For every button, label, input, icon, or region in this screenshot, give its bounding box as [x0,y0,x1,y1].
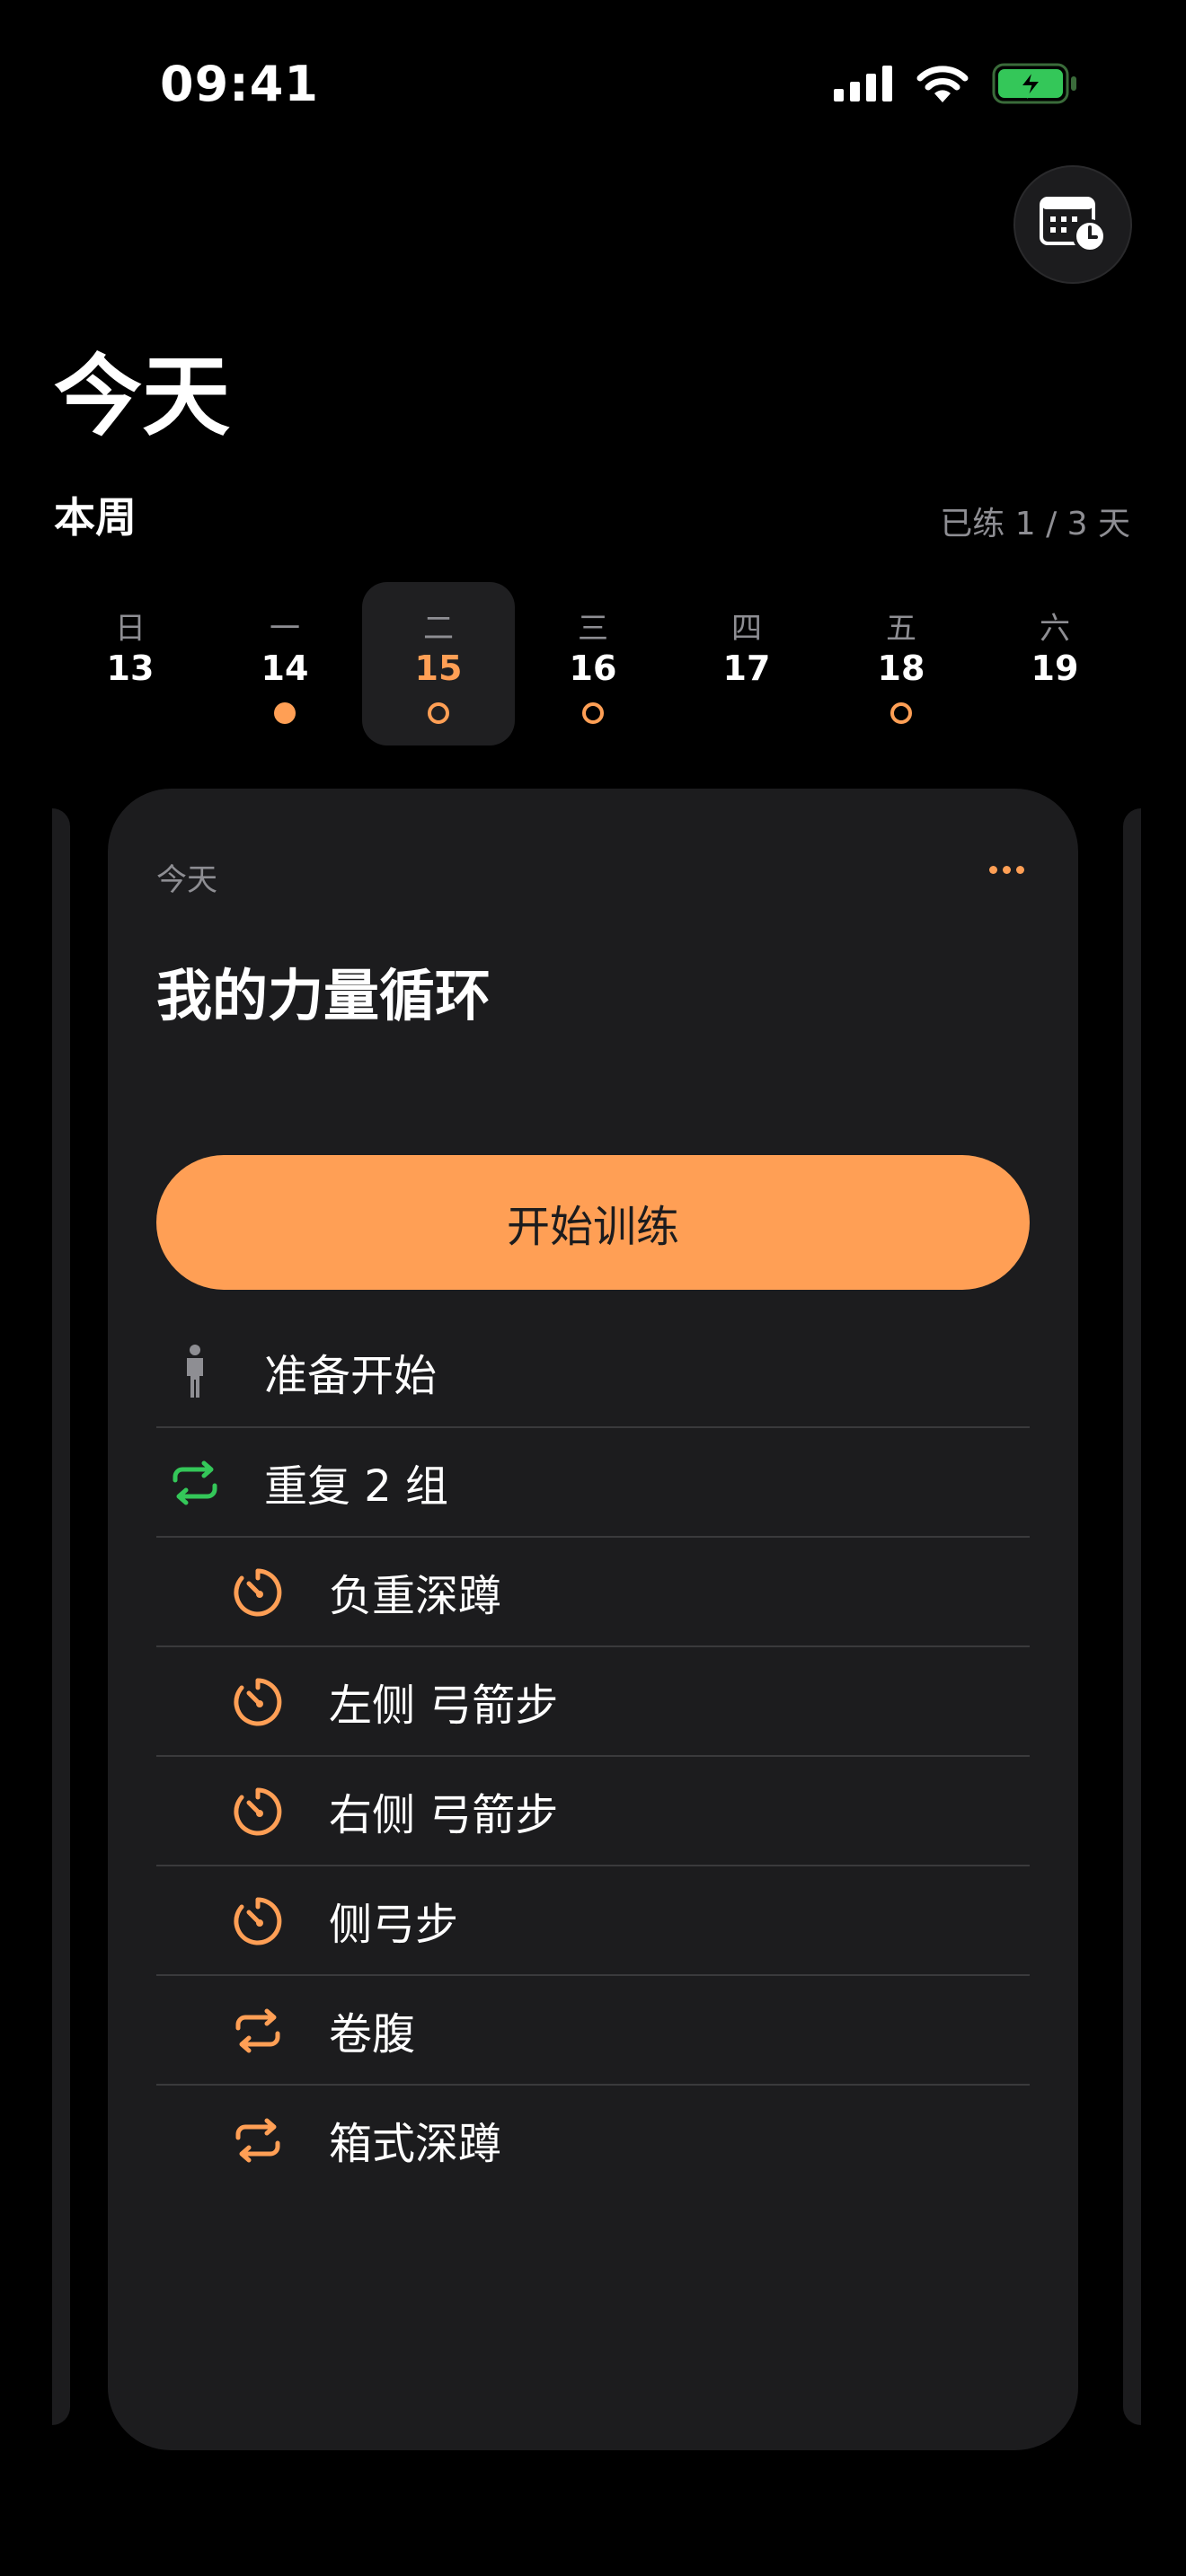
card-day-label: 今天 [156,862,217,898]
no-workout-marker [736,702,757,724]
workout-step-label: 重复 2 组 [264,1461,449,1512]
workout-step-label: 左侧 弓箭步 [329,1681,559,1731]
day-weekday: 一 [270,611,300,647]
workout-planned-ring [582,702,604,724]
repeat-icon [230,2113,286,2168]
day-18[interactable]: 五 18 [825,582,978,745]
day-13[interactable]: 日 13 [54,582,207,745]
workout-step-row[interactable]: 左侧 弓箭步 [156,1645,1030,1755]
status-bar: 09:41 [0,0,1186,162]
screen: 09:41 今天 本周 已练 1 / 3 天 日 13 一 14 二 15 三 … [0,0,1186,2576]
workout-step-label: 准备开始 [264,1351,438,1401]
workout-step-row[interactable]: 卷腹 [156,1974,1030,2084]
week-progress: 已练 1 / 3 天 [940,506,1130,543]
more-dot [1003,866,1011,874]
day-date: 14 [261,648,309,688]
battery-charging-icon [992,63,1078,108]
day-date: 15 [414,648,463,688]
day-date: 18 [877,648,925,688]
more-dot [1016,866,1024,874]
workout-step-label: 负重深蹲 [329,1571,502,1621]
day-weekday: 四 [731,611,762,647]
cellular-signal-icon [834,66,893,105]
day-date: 19 [1031,648,1079,688]
day-17[interactable]: 四 17 [670,582,823,745]
timer-icon [230,1674,286,1730]
workout-step-label: 箱式深蹲 [329,2119,502,2169]
day-weekday: 六 [1040,611,1070,647]
no-workout-marker [119,702,141,724]
repeat-icon [230,2003,286,2059]
person-standing-icon [167,1344,223,1399]
workout-step-row[interactable]: 准备开始 [156,1317,1030,1426]
status-time: 09:41 [160,56,319,112]
timer-icon [230,1565,286,1620]
workout-step-row[interactable]: 箱式深蹲 [156,2084,1030,2193]
workout-step-row[interactable]: 侧弓步 [156,1865,1030,1974]
previous-card-peek[interactable] [52,808,70,2425]
day-16[interactable]: 三 16 [517,582,669,745]
day-date: 17 [722,648,771,688]
day-15[interactable]: 二 15 [362,582,515,745]
workout-planned-ring [428,702,449,724]
calendar-clock-icon [1040,193,1107,256]
wifi-icon [916,65,969,106]
day-14[interactable]: 一 14 [208,582,361,745]
week-strip: 日 13 一 14 二 15 三 16 四 17 五 18 六 19 [54,582,1132,745]
workout-done-dot [274,702,296,724]
next-card-peek[interactable] [1123,808,1141,2425]
more-options-button[interactable] [989,866,1024,874]
calendar-button[interactable] [1013,165,1132,284]
day-weekday: 三 [578,611,608,647]
day-19[interactable]: 六 19 [978,582,1131,745]
workout-planned-ring [890,702,912,724]
more-dot [989,866,997,874]
workout-step-label: 右侧 弓箭步 [329,1790,559,1840]
no-workout-marker [1044,702,1066,724]
day-date: 16 [569,648,617,688]
day-date: 13 [106,648,155,688]
day-weekday: 日 [115,611,146,647]
timer-icon [230,1784,286,1839]
workout-title: 我的力量循环 [156,963,491,1028]
workout-step-label: 卷腹 [329,2009,416,2060]
day-weekday: 五 [886,611,916,647]
week-label: 本周 [54,493,137,542]
workout-steps-list: 准备开始重复 2 组负重深蹲左侧 弓箭步 右侧 弓箭步 侧弓步卷腹箱式深蹲 [156,1317,1030,2193]
page-title: 今天 [54,346,231,448]
repeat-icon [167,1455,223,1511]
workout-step-row[interactable]: 右侧 弓箭步 [156,1755,1030,1865]
workout-step-row[interactable]: 负重深蹲 [156,1536,1030,1645]
workout-card: 今天 我的力量循环 开始训练 准备开始重复 2 组负重深蹲左侧 弓箭步 右侧 弓箭… [108,789,1078,2450]
workout-step-row[interactable]: 重复 2 组 [156,1426,1030,1536]
workout-step-label: 侧弓步 [329,1900,459,1950]
start-workout-button[interactable]: 开始训练 [156,1155,1030,1290]
day-weekday: 二 [423,611,454,647]
timer-icon [230,1893,286,1949]
status-icons [834,63,1078,108]
